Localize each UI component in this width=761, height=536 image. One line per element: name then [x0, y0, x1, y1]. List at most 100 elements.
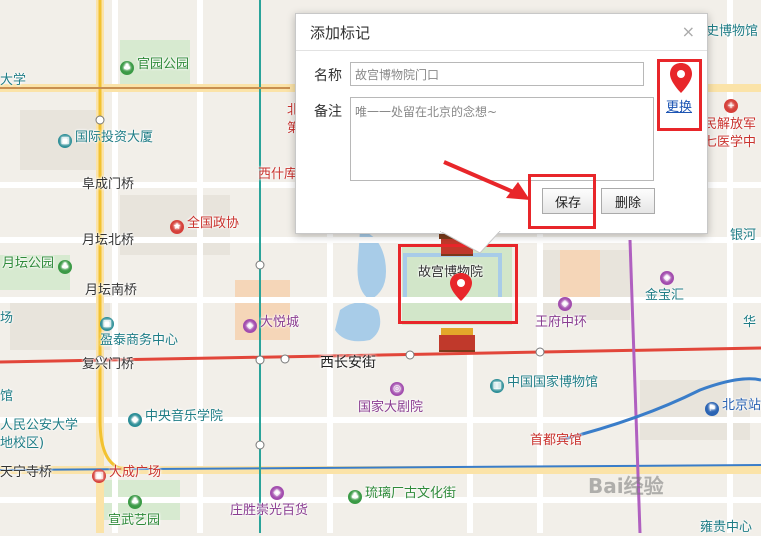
- culture-icon: ♣: [348, 490, 362, 504]
- poi-xiaoqu[interactable]: 地校区): [0, 436, 44, 452]
- note-label: 备注: [314, 104, 342, 120]
- poi-jiefangjun[interactable]: 民解放军: [704, 117, 756, 133]
- poi-zhongguoguojia[interactable]: ▥ 中国国家博物馆: [490, 375, 598, 393]
- poi-yinhe[interactable]: 银河: [730, 228, 756, 244]
- poi-label: 人民公安大学: [0, 418, 79, 433]
- poi-bowuguan[interactable]: 史博物馆: [706, 24, 758, 40]
- poi-label: 大悦城: [260, 315, 300, 330]
- poi-label: 国际投资大厦: [75, 130, 154, 145]
- save-button[interactable]: 保存: [542, 188, 594, 214]
- poi-label: 金宝汇: [645, 288, 685, 303]
- poi-label: 月坛南桥: [85, 283, 138, 298]
- palace-gate-icon: [437, 328, 477, 352]
- school-icon: ◆: [128, 413, 142, 427]
- poi-label: 七医学中: [704, 135, 757, 150]
- poi-label: 民解放军: [704, 117, 757, 132]
- park-icon: ♣: [58, 260, 73, 274]
- poi-label: 国家大剧院: [358, 400, 424, 415]
- map-marker-pin[interactable]: [449, 272, 473, 302]
- watermark: Bai经验: [588, 474, 664, 498]
- poi-guan[interactable]: 馆: [0, 389, 13, 405]
- park-icon: ♣: [120, 61, 134, 75]
- annotation-arrow: [443, 160, 530, 200]
- change-icon-link[interactable]: 更换: [666, 96, 692, 115]
- poi-label: 场: [0, 311, 14, 326]
- poi-label: 月坛公园: [2, 256, 55, 271]
- poi-label: 中央音乐学院: [145, 409, 224, 424]
- poi-label: 琉璃厂古文化街: [365, 486, 457, 501]
- poi-yingtai[interactable]: 盈泰商务中心: [100, 333, 178, 349]
- poi-wangfujing[interactable]: 王府中环: [535, 315, 587, 331]
- hospital-icon: +: [724, 95, 741, 113]
- poi-xuanwu[interactable]: 宣武艺园: [108, 513, 160, 529]
- poi-label: 宣武艺园: [108, 513, 161, 528]
- poi-label: 复兴门桥: [82, 357, 135, 372]
- poi-label: 盈泰商务中心: [100, 333, 179, 348]
- poi-label: 西什库: [258, 167, 298, 182]
- shopping-icon: ◈: [558, 293, 575, 311]
- poi-liulichang[interactable]: ♣ 琉璃厂古文化街: [348, 486, 456, 504]
- poi-guanyuan-park[interactable]: ♣ 官园公园: [120, 57, 189, 75]
- poi-label: 官园公园: [137, 57, 190, 72]
- poi-label: 馆: [0, 389, 14, 404]
- train-icon: ⚑: [705, 402, 719, 416]
- poi-label: 地校区): [0, 436, 45, 451]
- poi-xishiku[interactable]: 西什库: [258, 167, 297, 183]
- poi-shoudu[interactable]: 首都宾馆: [530, 433, 582, 449]
- marker-icon-preview[interactable]: [669, 62, 693, 94]
- dialog-divider: [296, 50, 707, 51]
- poi-guoji[interactable]: ▣ 国际投资大厦: [58, 130, 153, 148]
- poi-label: 中国国家博物馆: [507, 375, 599, 390]
- poi-bjstation[interactable]: ⚑ 北京站: [705, 398, 761, 416]
- poi-quanguozhengxie[interactable]: ★ 全国政协: [170, 216, 239, 234]
- poi-label: 首都宾馆: [530, 433, 583, 448]
- close-icon[interactable]: ×: [682, 22, 695, 41]
- delete-button[interactable]: 删除: [601, 188, 655, 214]
- poi-fuchengmen[interactable]: 阜成门桥: [82, 177, 134, 193]
- building-icon: ▣: [100, 317, 114, 331]
- poi-hua[interactable]: 华: [743, 315, 756, 331]
- poi-label: 月坛北桥: [82, 233, 135, 248]
- dialog-pointer: [440, 231, 501, 254]
- poi-daxue[interactable]: 大学: [0, 73, 26, 89]
- poi-label: 阜成门桥: [82, 177, 135, 192]
- poi-yuetannan[interactable]: 月坛南桥: [85, 283, 137, 299]
- poi-chang[interactable]: 场: [0, 311, 13, 327]
- poi-zhuangsheng[interactable]: 庄胜崇光百货: [230, 503, 308, 519]
- poi-label: 史博物馆: [706, 24, 759, 39]
- poi-label: 大学: [0, 73, 27, 88]
- poi-daguan[interactable]: ▣ 大成广场: [92, 465, 161, 483]
- name-input[interactable]: [350, 62, 644, 86]
- poi-yuetan-park[interactable]: 月坛公园 ♣: [2, 256, 75, 274]
- poi-label: 华: [743, 315, 757, 330]
- poi-label: 庄胜崇光百货: [230, 503, 309, 518]
- poi-label: 大成广场: [109, 465, 162, 480]
- shopping-icon: ◈: [243, 319, 257, 333]
- museum-icon: ▥: [490, 379, 504, 393]
- theater-icon: ◎: [390, 378, 407, 396]
- poi-yingtai-icon[interactable]: ▣: [100, 313, 117, 331]
- poi-label: 王府中环: [535, 315, 588, 330]
- poi-guojiadajuyuan[interactable]: 国家大剧院: [358, 400, 423, 416]
- poi-chongwen[interactable]: 雍贵中心: [700, 520, 752, 536]
- poi-yixue[interactable]: 七医学中: [704, 135, 756, 151]
- poi-yuetanbei[interactable]: 月坛北桥: [82, 233, 134, 249]
- poi-jinbao[interactable]: 金宝汇: [645, 288, 684, 304]
- shopping-icon: ◈: [270, 482, 287, 500]
- poi-label: 银河: [730, 228, 757, 243]
- poi-label: 全国政协: [187, 216, 240, 231]
- poi-label: 天宁寺桥: [0, 465, 53, 480]
- building-icon: ▣: [58, 134, 72, 148]
- park-icon: ♣: [128, 491, 145, 509]
- poi-fuxingmen[interactable]: 复兴门桥: [82, 357, 134, 373]
- shopping-icon: ◈: [660, 267, 677, 285]
- poi-gongan[interactable]: 人民公安大学: [0, 418, 78, 434]
- dialog-title: 添加标记: [310, 24, 371, 42]
- name-label: 名称: [314, 68, 342, 84]
- poi-dayuecheng[interactable]: ◈ 大悦城: [243, 315, 299, 333]
- poi-label: 北京站: [722, 398, 761, 413]
- building-icon: ▣: [92, 469, 106, 483]
- poi-zhongyang[interactable]: ◆ 中央音乐学院: [128, 409, 223, 427]
- star-icon: ★: [170, 220, 184, 234]
- poi-tianning[interactable]: 天宁寺桥: [0, 465, 52, 481]
